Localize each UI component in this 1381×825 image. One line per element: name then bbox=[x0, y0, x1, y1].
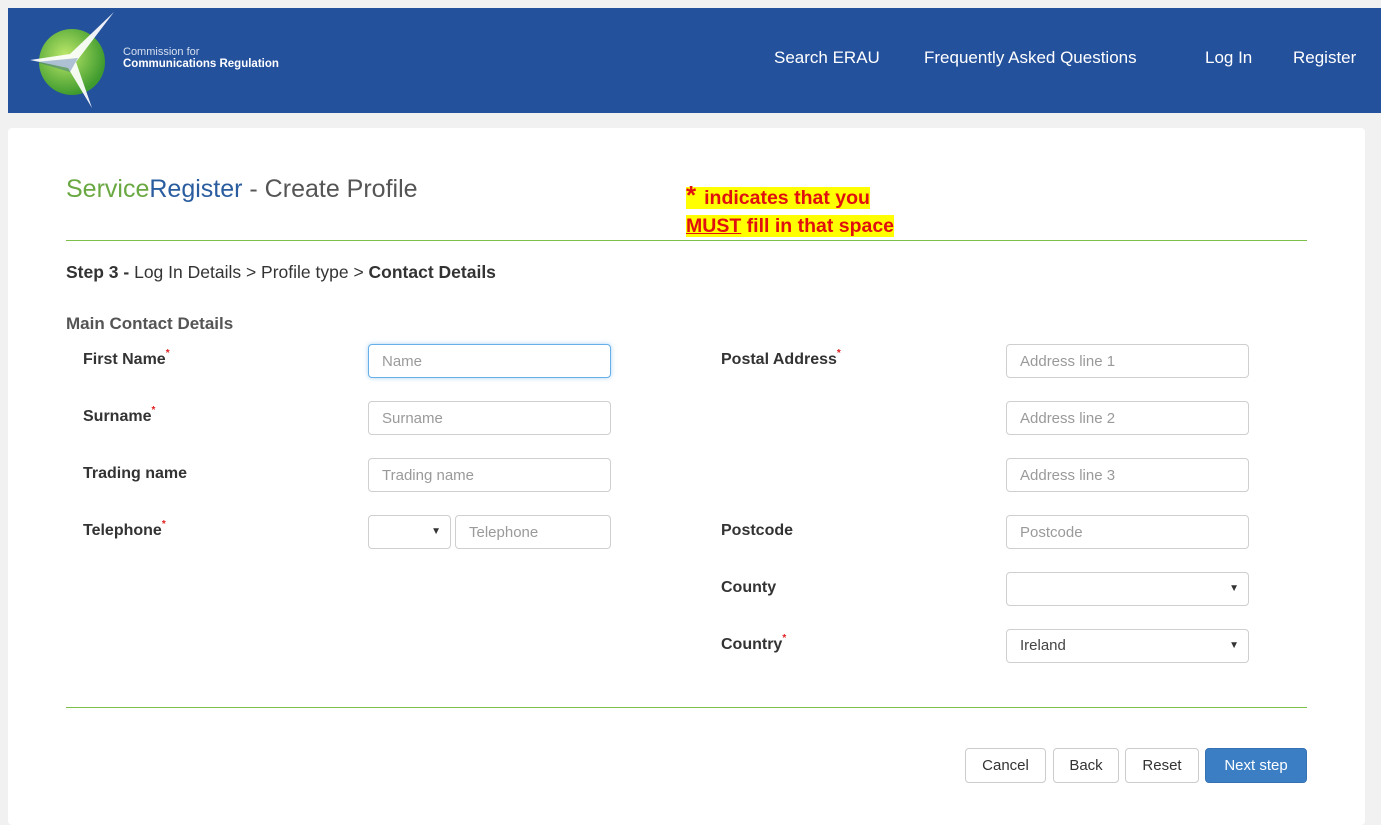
required-notice: * indicates that you MUST fill in that sp… bbox=[686, 181, 935, 240]
country-label: Country* bbox=[721, 633, 787, 654]
required-marker: * bbox=[836, 348, 841, 359]
trading-name-label: Trading name bbox=[83, 465, 188, 482]
surname-input[interactable] bbox=[368, 401, 611, 435]
caret-down-icon: ▼ bbox=[431, 526, 441, 537]
section-title: Main Contact Details bbox=[66, 314, 234, 333]
step-breadcrumb: Step 3 - Log In Details > Profile type >… bbox=[66, 262, 496, 283]
page-title: ServiceRegister - Create Profile bbox=[66, 175, 418, 204]
org-name: Commission for Communications Regulation bbox=[123, 46, 279, 70]
title-rest: - Create Profile bbox=[242, 175, 418, 203]
next-step-button[interactable]: Next step bbox=[1205, 748, 1307, 783]
step-prefix: Step 3 - bbox=[66, 262, 130, 282]
county-label: County bbox=[721, 579, 777, 596]
postcode-input[interactable] bbox=[1006, 515, 1249, 549]
divider-top bbox=[66, 240, 1307, 241]
back-button[interactable]: Back bbox=[1053, 748, 1119, 783]
phone-code-select[interactable]: ▼ bbox=[368, 515, 451, 549]
surname-label-text: Surname bbox=[83, 408, 152, 425]
notice-line2: fill in that space bbox=[741, 215, 895, 237]
first-name-label: First Name* bbox=[83, 348, 170, 369]
county-select[interactable]: ▼ bbox=[1006, 572, 1249, 606]
telephone-label: Telephone* bbox=[83, 519, 166, 540]
title-brand-service: Service bbox=[66, 175, 150, 203]
title-brand-register: Register bbox=[149, 175, 243, 203]
cancel-button[interactable]: Cancel bbox=[965, 748, 1046, 783]
caret-down-icon: ▼ bbox=[1229, 583, 1239, 594]
required-marker: * bbox=[782, 633, 787, 644]
address-line1-input[interactable] bbox=[1006, 344, 1249, 378]
trading-name-input[interactable] bbox=[368, 458, 611, 492]
org-name-line2: Communications Regulation bbox=[123, 58, 279, 70]
required-marker: * bbox=[165, 348, 170, 359]
page-scrollbar[interactable] bbox=[1365, 128, 1381, 825]
site-header: Commission for Communications Regulation… bbox=[8, 8, 1381, 113]
address-line3-input[interactable] bbox=[1006, 458, 1249, 492]
telephone-input[interactable] bbox=[455, 515, 611, 549]
postcode-label: Postcode bbox=[721, 522, 794, 539]
nav-faq[interactable]: Frequently Asked Questions bbox=[924, 48, 1137, 68]
required-star-icon: * bbox=[686, 180, 697, 210]
required-marker: * bbox=[161, 519, 166, 530]
first-name-label-text: First Name bbox=[83, 351, 166, 368]
notice-must: MUST bbox=[686, 215, 742, 237]
surname-label: Surname* bbox=[83, 405, 156, 426]
step-current: Contact Details bbox=[368, 262, 496, 282]
telephone-label-text: Telephone bbox=[83, 522, 162, 539]
nav-search-erau[interactable]: Search ERAU bbox=[774, 48, 880, 68]
caret-down-icon: ▼ bbox=[1229, 640, 1239, 651]
address-line2-input[interactable] bbox=[1006, 401, 1249, 435]
country-select[interactable]: Ireland ▼ bbox=[1006, 629, 1249, 663]
nav-log-in[interactable]: Log In bbox=[1205, 48, 1252, 68]
country-value: Ireland bbox=[1020, 637, 1066, 654]
postal-address-label: Postal Address* bbox=[721, 348, 841, 369]
required-marker: * bbox=[151, 405, 156, 416]
notice-line1: indicates that you bbox=[704, 187, 870, 209]
step-path: Log In Details > Profile type > bbox=[129, 262, 369, 282]
country-label-text: Country bbox=[721, 636, 783, 653]
comreg-star-logo-icon[interactable] bbox=[22, 10, 118, 110]
postal-address-label-text: Postal Address bbox=[721, 351, 837, 368]
divider-bottom bbox=[66, 707, 1307, 708]
first-name-input[interactable] bbox=[368, 344, 611, 378]
form-card: ServiceRegister - Create Profile * indica… bbox=[8, 128, 1365, 825]
nav-register[interactable]: Register bbox=[1293, 48, 1356, 68]
org-name-line1: Commission for bbox=[123, 46, 200, 58]
reset-button[interactable]: Reset bbox=[1125, 748, 1199, 783]
